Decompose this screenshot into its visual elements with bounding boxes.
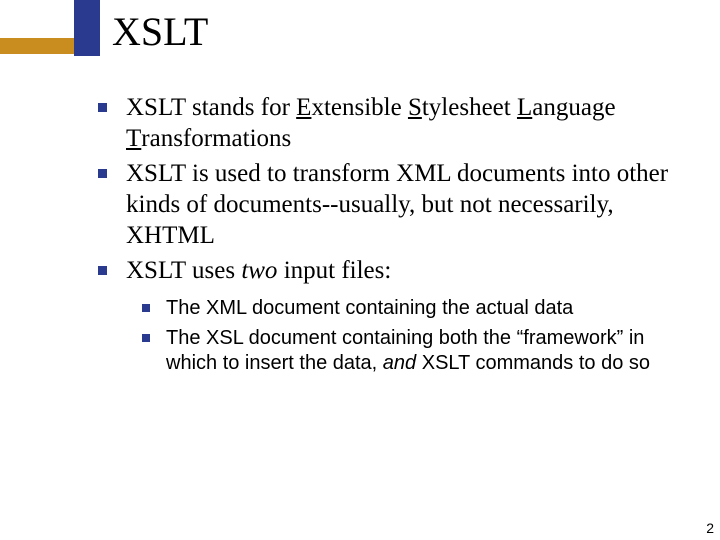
text-fragment: input files:	[277, 257, 391, 284]
underlined-letter: T	[126, 125, 141, 152]
text-fragment: XSLT stands for	[126, 94, 296, 121]
italic-text: and	[383, 352, 416, 374]
bullet-item: XSLT uses two input files: The XML docum…	[98, 255, 678, 377]
underlined-letter: S	[408, 94, 422, 121]
text-fragment: anguage	[532, 94, 615, 121]
sub-bullet-item: The XML document containing the actual d…	[142, 296, 678, 322]
sub-bullet-list: The XML document containing the actual d…	[142, 296, 678, 377]
text-fragment: tylesheet	[422, 94, 517, 121]
bullet-item: XSLT is used to transform XML documents …	[98, 158, 678, 251]
sub-bullet-item: The XSL document containing both the “fr…	[142, 326, 678, 377]
sub-bullet-text: The XML document containing the actual d…	[166, 297, 573, 319]
slide-title: XSLT	[112, 8, 208, 55]
underlined-letter: L	[517, 94, 532, 121]
text-fragment: XSLT commands to do so	[416, 352, 650, 374]
underlined-letter: E	[296, 94, 311, 121]
page-number: 2	[706, 520, 714, 536]
accent-box-blue	[74, 0, 100, 56]
bullet-text: XSLT is used to transform XML documents …	[126, 160, 668, 249]
bullet-text: XSLT stands for Extensible Stylesheet La…	[126, 94, 616, 152]
text-fragment: XSLT uses	[126, 257, 241, 284]
italic-text: two	[241, 257, 277, 284]
title-area: XSLT	[0, 0, 720, 76]
text-fragment: xtensible	[311, 94, 408, 121]
bullet-text: XSLT uses two input files:	[126, 257, 391, 284]
sub-bullet-text: The XSL document containing both the “fr…	[166, 327, 650, 375]
bullet-item: XSLT stands for Extensible Stylesheet La…	[98, 92, 678, 154]
text-fragment: ransformations	[141, 125, 291, 152]
bullet-list: XSLT stands for Extensible Stylesheet La…	[98, 92, 678, 381]
